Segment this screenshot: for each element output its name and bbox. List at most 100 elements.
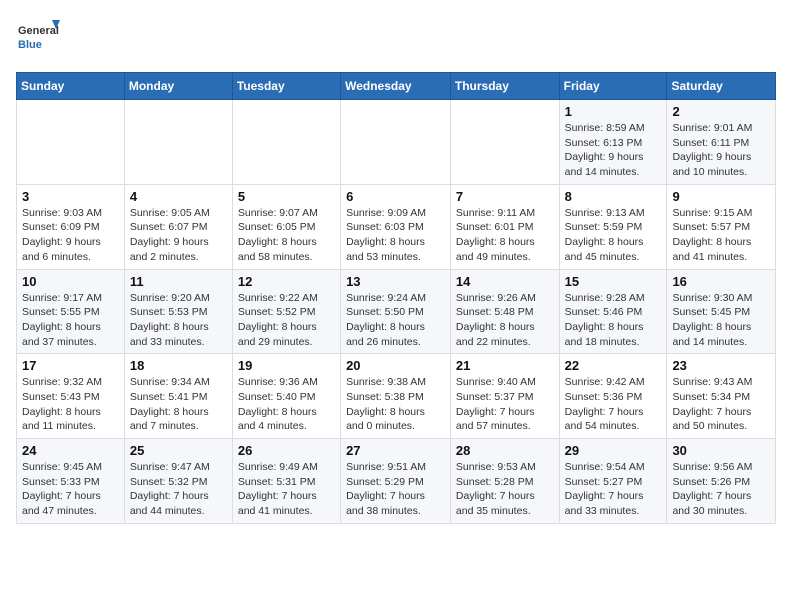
day-number: 16	[672, 274, 770, 289]
calendar-cell: 23Sunrise: 9:43 AM Sunset: 5:34 PM Dayli…	[667, 354, 776, 439]
calendar-cell: 17Sunrise: 9:32 AM Sunset: 5:43 PM Dayli…	[17, 354, 125, 439]
day-number: 18	[130, 358, 227, 373]
day-number: 15	[565, 274, 662, 289]
calendar-cell: 20 Sunrise: 9:38 AM Sunset: 5:38 PM Dayli…	[341, 354, 451, 439]
calendar-cell: 19 Sunrise: 9:36 AM Sunset: 5:40 PM Dayli…	[232, 354, 340, 439]
weekday-header: Wednesday	[341, 73, 451, 100]
calendar-cell: 30 Sunrise: 9:56 AM Sunset: 5:26 PM Dayli…	[667, 439, 776, 524]
day-info: Sunrise: 9:01 AM Sunset: 6:11 PM Dayligh…	[672, 121, 770, 180]
calendar-cell: 24 Sunrise: 9:45 AM Sunset: 5:33 PM Dayli…	[17, 439, 125, 524]
calendar-cell	[124, 100, 232, 185]
day-info: Sunrise: 9:09 AM Sunset: 6:03 PM Dayligh…	[346, 206, 445, 265]
weekday-header: Monday	[124, 73, 232, 100]
day-number: 7	[456, 189, 554, 204]
calendar-cell: 4Sunrise: 9:05 AM Sunset: 6:07 PM Daylig…	[124, 184, 232, 269]
day-info: Sunrise: 9:26 AM Sunset: 5:48 PM Dayligh…	[456, 291, 554, 350]
day-info: Sunrise: 8:59 AM Sunset: 6:13 PM Dayligh…	[565, 121, 662, 180]
calendar-cell	[17, 100, 125, 185]
calendar-header: SundayMondayTuesdayWednesdayThursdayFrid…	[17, 73, 776, 100]
day-info: Sunrise: 9:32 AM Sunset: 5:43 PM Dayligh…	[22, 375, 119, 434]
header: General Blue	[16, 16, 776, 60]
calendar-cell: 26 Sunrise: 9:49 AM Sunset: 5:31 PM Dayli…	[232, 439, 340, 524]
day-info: Sunrise: 9:11 AM Sunset: 6:01 PM Dayligh…	[456, 206, 554, 265]
day-number: 6	[346, 189, 445, 204]
day-info: Sunrise: 9:38 AM Sunset: 5:38 PM Dayligh…	[346, 375, 445, 434]
svg-text:General: General	[18, 25, 59, 37]
calendar-cell	[450, 100, 559, 185]
calendar-cell: 1 Sunrise: 8:59 AM Sunset: 6:13 PM Daylig…	[559, 100, 667, 185]
svg-text:Blue: Blue	[18, 39, 42, 51]
calendar-cell: 3 Sunrise: 9:03 AM Sunset: 6:09 PM Daylig…	[17, 184, 125, 269]
day-number: 26	[238, 443, 335, 458]
day-number: 13	[346, 274, 445, 289]
calendar-cell: 2 Sunrise: 9:01 AM Sunset: 6:11 PM Daylig…	[667, 100, 776, 185]
day-number: 1	[565, 104, 662, 119]
calendar-cell: 12 Sunrise: 9:22 AM Sunset: 5:52 PM Dayli…	[232, 269, 340, 354]
day-info: Sunrise: 9:22 AM Sunset: 5:52 PM Dayligh…	[238, 291, 335, 350]
day-number: 19	[238, 358, 335, 373]
day-number: 12	[238, 274, 335, 289]
day-info: Sunrise: 9:36 AM Sunset: 5:40 PM Dayligh…	[238, 375, 335, 434]
weekday-header: Saturday	[667, 73, 776, 100]
logo-icon: General Blue	[16, 16, 60, 60]
day-number: 4	[130, 189, 227, 204]
day-number: 11	[130, 274, 227, 289]
day-info: Sunrise: 9:45 AM Sunset: 5:33 PM Dayligh…	[22, 460, 119, 519]
day-info: Sunrise: 9:49 AM Sunset: 5:31 PM Dayligh…	[238, 460, 335, 519]
day-info: Sunrise: 9:07 AM Sunset: 6:05 PM Dayligh…	[238, 206, 335, 265]
weekday-header: Friday	[559, 73, 667, 100]
calendar-cell: 5 Sunrise: 9:07 AM Sunset: 6:05 PM Daylig…	[232, 184, 340, 269]
day-number: 3	[22, 189, 119, 204]
day-number: 29	[565, 443, 662, 458]
weekday-header: Tuesday	[232, 73, 340, 100]
calendar-cell: 9 Sunrise: 9:15 AM Sunset: 5:57 PM Daylig…	[667, 184, 776, 269]
day-info: Sunrise: 9:42 AM Sunset: 5:36 PM Dayligh…	[565, 375, 662, 434]
day-info: Sunrise: 9:03 AM Sunset: 6:09 PM Dayligh…	[22, 206, 119, 265]
day-info: Sunrise: 9:30 AM Sunset: 5:45 PM Dayligh…	[672, 291, 770, 350]
calendar-cell: 25Sunrise: 9:47 AM Sunset: 5:32 PM Dayli…	[124, 439, 232, 524]
day-number: 28	[456, 443, 554, 458]
day-number: 21	[456, 358, 554, 373]
day-info: Sunrise: 9:13 AM Sunset: 5:59 PM Dayligh…	[565, 206, 662, 265]
day-info: Sunrise: 9:20 AM Sunset: 5:53 PM Dayligh…	[130, 291, 227, 350]
calendar-cell: 27Sunrise: 9:51 AM Sunset: 5:29 PM Dayli…	[341, 439, 451, 524]
day-info: Sunrise: 9:54 AM Sunset: 5:27 PM Dayligh…	[565, 460, 662, 519]
day-info: Sunrise: 9:40 AM Sunset: 5:37 PM Dayligh…	[456, 375, 554, 434]
day-number: 5	[238, 189, 335, 204]
calendar-cell	[341, 100, 451, 185]
day-number: 25	[130, 443, 227, 458]
day-number: 20	[346, 358, 445, 373]
calendar-cell: 15 Sunrise: 9:28 AM Sunset: 5:46 PM Dayli…	[559, 269, 667, 354]
calendar-cell: 28 Sunrise: 9:53 AM Sunset: 5:28 PM Dayli…	[450, 439, 559, 524]
calendar-cell: 16 Sunrise: 9:30 AM Sunset: 5:45 PM Dayli…	[667, 269, 776, 354]
day-info: Sunrise: 9:17 AM Sunset: 5:55 PM Dayligh…	[22, 291, 119, 350]
day-number: 30	[672, 443, 770, 458]
calendar-cell: 21 Sunrise: 9:40 AM Sunset: 5:37 PM Dayli…	[450, 354, 559, 439]
calendar-cell: 14 Sunrise: 9:26 AM Sunset: 5:48 PM Dayli…	[450, 269, 559, 354]
day-info: Sunrise: 9:15 AM Sunset: 5:57 PM Dayligh…	[672, 206, 770, 265]
calendar-cell: 22 Sunrise: 9:42 AM Sunset: 5:36 PM Dayli…	[559, 354, 667, 439]
calendar-cell: 18 Sunrise: 9:34 AM Sunset: 5:41 PM Dayli…	[124, 354, 232, 439]
day-info: Sunrise: 9:24 AM Sunset: 5:50 PM Dayligh…	[346, 291, 445, 350]
day-number: 9	[672, 189, 770, 204]
day-info: Sunrise: 9:28 AM Sunset: 5:46 PM Dayligh…	[565, 291, 662, 350]
weekday-header: Thursday	[450, 73, 559, 100]
day-number: 24	[22, 443, 119, 458]
calendar-cell: 10Sunrise: 9:17 AM Sunset: 5:55 PM Dayli…	[17, 269, 125, 354]
calendar-cell: 11 Sunrise: 9:20 AM Sunset: 5:53 PM Dayli…	[124, 269, 232, 354]
day-info: Sunrise: 9:53 AM Sunset: 5:28 PM Dayligh…	[456, 460, 554, 519]
calendar-table: SundayMondayTuesdayWednesdayThursdayFrid…	[16, 72, 776, 524]
day-info: Sunrise: 9:56 AM Sunset: 5:26 PM Dayligh…	[672, 460, 770, 519]
calendar-cell: 13 Sunrise: 9:24 AM Sunset: 5:50 PM Dayli…	[341, 269, 451, 354]
day-number: 8	[565, 189, 662, 204]
day-number: 23	[672, 358, 770, 373]
day-number: 14	[456, 274, 554, 289]
day-info: Sunrise: 9:51 AM Sunset: 5:29 PM Dayligh…	[346, 460, 445, 519]
calendar-cell: 29 Sunrise: 9:54 AM Sunset: 5:27 PM Dayli…	[559, 439, 667, 524]
day-number: 22	[565, 358, 662, 373]
day-info: Sunrise: 9:34 AM Sunset: 5:41 PM Dayligh…	[130, 375, 227, 434]
calendar-cell: 6 Sunrise: 9:09 AM Sunset: 6:03 PM Daylig…	[341, 184, 451, 269]
day-number: 2	[672, 104, 770, 119]
weekday-header: Sunday	[17, 73, 125, 100]
calendar-cell: 7 Sunrise: 9:11 AM Sunset: 6:01 PM Daylig…	[450, 184, 559, 269]
